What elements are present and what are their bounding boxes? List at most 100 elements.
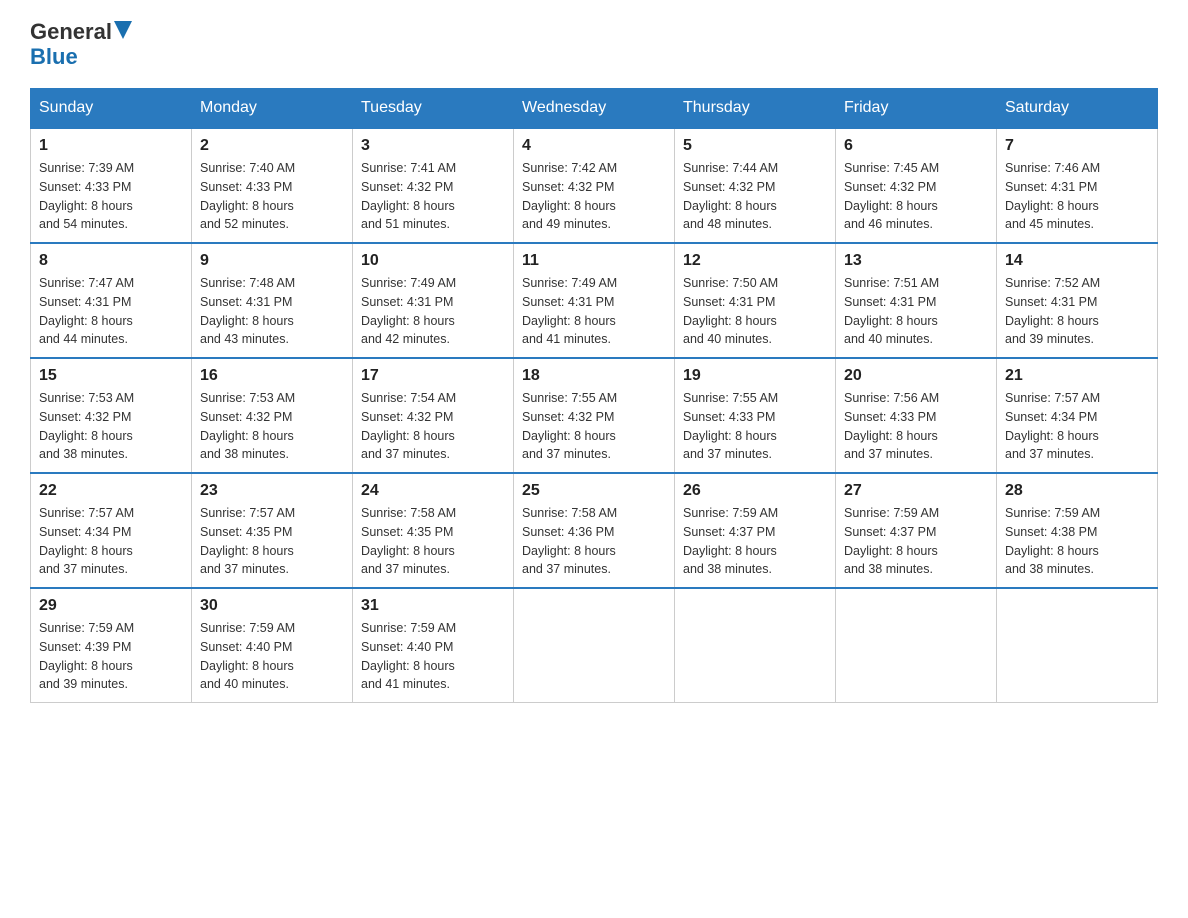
header-cell-thursday: Thursday bbox=[675, 89, 836, 129]
day-info: Sunrise: 7:56 AM Sunset: 4:33 PM Dayligh… bbox=[844, 389, 988, 464]
day-info: Sunrise: 7:55 AM Sunset: 4:33 PM Dayligh… bbox=[683, 389, 827, 464]
day-number: 24 bbox=[361, 482, 505, 500]
logo-blue: Blue bbox=[30, 44, 78, 70]
day-cell: 23 Sunrise: 7:57 AM Sunset: 4:35 PM Dayl… bbox=[192, 473, 353, 588]
day-info: Sunrise: 7:54 AM Sunset: 4:32 PM Dayligh… bbox=[361, 389, 505, 464]
day-info: Sunrise: 7:45 AM Sunset: 4:32 PM Dayligh… bbox=[844, 159, 988, 234]
day-number: 6 bbox=[844, 137, 988, 155]
day-cell: 17 Sunrise: 7:54 AM Sunset: 4:32 PM Dayl… bbox=[353, 358, 514, 473]
day-cell: 15 Sunrise: 7:53 AM Sunset: 4:32 PM Dayl… bbox=[31, 358, 192, 473]
day-cell: 6 Sunrise: 7:45 AM Sunset: 4:32 PM Dayli… bbox=[836, 128, 997, 243]
day-number: 25 bbox=[522, 482, 666, 500]
day-number: 9 bbox=[200, 252, 344, 270]
header-cell-saturday: Saturday bbox=[997, 89, 1158, 129]
calendar-body: 1 Sunrise: 7:39 AM Sunset: 4:33 PM Dayli… bbox=[31, 128, 1158, 703]
week-row-1: 1 Sunrise: 7:39 AM Sunset: 4:33 PM Dayli… bbox=[31, 128, 1158, 243]
day-number: 8 bbox=[39, 252, 183, 270]
calendar-header: SundayMondayTuesdayWednesdayThursdayFrid… bbox=[31, 89, 1158, 129]
day-cell: 16 Sunrise: 7:53 AM Sunset: 4:32 PM Dayl… bbox=[192, 358, 353, 473]
day-info: Sunrise: 7:50 AM Sunset: 4:31 PM Dayligh… bbox=[683, 274, 827, 349]
day-info: Sunrise: 7:53 AM Sunset: 4:32 PM Dayligh… bbox=[200, 389, 344, 464]
day-info: Sunrise: 7:59 AM Sunset: 4:40 PM Dayligh… bbox=[200, 619, 344, 694]
day-info: Sunrise: 7:51 AM Sunset: 4:31 PM Dayligh… bbox=[844, 274, 988, 349]
day-cell: 29 Sunrise: 7:59 AM Sunset: 4:39 PM Dayl… bbox=[31, 588, 192, 703]
day-info: Sunrise: 7:57 AM Sunset: 4:34 PM Dayligh… bbox=[39, 504, 183, 579]
day-cell: 27 Sunrise: 7:59 AM Sunset: 4:37 PM Dayl… bbox=[836, 473, 997, 588]
day-number: 3 bbox=[361, 137, 505, 155]
day-number: 2 bbox=[200, 137, 344, 155]
header-cell-wednesday: Wednesday bbox=[514, 89, 675, 129]
day-number: 31 bbox=[361, 597, 505, 615]
day-cell: 30 Sunrise: 7:59 AM Sunset: 4:40 PM Dayl… bbox=[192, 588, 353, 703]
day-info: Sunrise: 7:49 AM Sunset: 4:31 PM Dayligh… bbox=[361, 274, 505, 349]
day-number: 30 bbox=[200, 597, 344, 615]
day-number: 1 bbox=[39, 137, 183, 155]
day-number: 14 bbox=[1005, 252, 1149, 270]
day-cell: 14 Sunrise: 7:52 AM Sunset: 4:31 PM Dayl… bbox=[997, 243, 1158, 358]
day-info: Sunrise: 7:59 AM Sunset: 4:37 PM Dayligh… bbox=[683, 504, 827, 579]
day-number: 16 bbox=[200, 367, 344, 385]
header-cell-monday: Monday bbox=[192, 89, 353, 129]
day-cell: 1 Sunrise: 7:39 AM Sunset: 4:33 PM Dayli… bbox=[31, 128, 192, 243]
day-info: Sunrise: 7:42 AM Sunset: 4:32 PM Dayligh… bbox=[522, 159, 666, 234]
day-number: 13 bbox=[844, 252, 988, 270]
day-number: 15 bbox=[39, 367, 183, 385]
week-row-2: 8 Sunrise: 7:47 AM Sunset: 4:31 PM Dayli… bbox=[31, 243, 1158, 358]
day-info: Sunrise: 7:52 AM Sunset: 4:31 PM Dayligh… bbox=[1005, 274, 1149, 349]
day-number: 29 bbox=[39, 597, 183, 615]
day-cell: 10 Sunrise: 7:49 AM Sunset: 4:31 PM Dayl… bbox=[353, 243, 514, 358]
day-cell bbox=[836, 588, 997, 703]
day-cell: 13 Sunrise: 7:51 AM Sunset: 4:31 PM Dayl… bbox=[836, 243, 997, 358]
day-cell: 2 Sunrise: 7:40 AM Sunset: 4:33 PM Dayli… bbox=[192, 128, 353, 243]
day-number: 26 bbox=[683, 482, 827, 500]
day-info: Sunrise: 7:40 AM Sunset: 4:33 PM Dayligh… bbox=[200, 159, 344, 234]
day-number: 20 bbox=[844, 367, 988, 385]
day-cell bbox=[997, 588, 1158, 703]
header-row: SundayMondayTuesdayWednesdayThursdayFrid… bbox=[31, 89, 1158, 129]
day-cell: 22 Sunrise: 7:57 AM Sunset: 4:34 PM Dayl… bbox=[31, 473, 192, 588]
logo-arrow-icon bbox=[114, 21, 132, 39]
day-info: Sunrise: 7:59 AM Sunset: 4:37 PM Dayligh… bbox=[844, 504, 988, 579]
day-info: Sunrise: 7:39 AM Sunset: 4:33 PM Dayligh… bbox=[39, 159, 183, 234]
day-cell: 4 Sunrise: 7:42 AM Sunset: 4:32 PM Dayli… bbox=[514, 128, 675, 243]
header-cell-tuesday: Tuesday bbox=[353, 89, 514, 129]
day-info: Sunrise: 7:47 AM Sunset: 4:31 PM Dayligh… bbox=[39, 274, 183, 349]
day-number: 27 bbox=[844, 482, 988, 500]
week-row-4: 22 Sunrise: 7:57 AM Sunset: 4:34 PM Dayl… bbox=[31, 473, 1158, 588]
day-cell: 3 Sunrise: 7:41 AM Sunset: 4:32 PM Dayli… bbox=[353, 128, 514, 243]
day-cell: 5 Sunrise: 7:44 AM Sunset: 4:32 PM Dayli… bbox=[675, 128, 836, 243]
logo-general: General bbox=[30, 20, 112, 44]
header-cell-sunday: Sunday bbox=[31, 89, 192, 129]
day-info: Sunrise: 7:59 AM Sunset: 4:39 PM Dayligh… bbox=[39, 619, 183, 694]
calendar-table: SundayMondayTuesdayWednesdayThursdayFrid… bbox=[30, 88, 1158, 703]
day-info: Sunrise: 7:58 AM Sunset: 4:36 PM Dayligh… bbox=[522, 504, 666, 579]
week-row-5: 29 Sunrise: 7:59 AM Sunset: 4:39 PM Dayl… bbox=[31, 588, 1158, 703]
day-info: Sunrise: 7:59 AM Sunset: 4:38 PM Dayligh… bbox=[1005, 504, 1149, 579]
day-cell: 11 Sunrise: 7:49 AM Sunset: 4:31 PM Dayl… bbox=[514, 243, 675, 358]
day-cell: 31 Sunrise: 7:59 AM Sunset: 4:40 PM Dayl… bbox=[353, 588, 514, 703]
day-cell: 26 Sunrise: 7:59 AM Sunset: 4:37 PM Dayl… bbox=[675, 473, 836, 588]
day-info: Sunrise: 7:53 AM Sunset: 4:32 PM Dayligh… bbox=[39, 389, 183, 464]
day-info: Sunrise: 7:49 AM Sunset: 4:31 PM Dayligh… bbox=[522, 274, 666, 349]
day-cell: 9 Sunrise: 7:48 AM Sunset: 4:31 PM Dayli… bbox=[192, 243, 353, 358]
day-number: 23 bbox=[200, 482, 344, 500]
day-cell bbox=[675, 588, 836, 703]
day-cell: 25 Sunrise: 7:58 AM Sunset: 4:36 PM Dayl… bbox=[514, 473, 675, 588]
day-number: 17 bbox=[361, 367, 505, 385]
day-info: Sunrise: 7:41 AM Sunset: 4:32 PM Dayligh… bbox=[361, 159, 505, 234]
logo: General Blue bbox=[30, 20, 132, 70]
day-number: 19 bbox=[683, 367, 827, 385]
day-info: Sunrise: 7:44 AM Sunset: 4:32 PM Dayligh… bbox=[683, 159, 827, 234]
day-cell: 8 Sunrise: 7:47 AM Sunset: 4:31 PM Dayli… bbox=[31, 243, 192, 358]
day-cell: 21 Sunrise: 7:57 AM Sunset: 4:34 PM Dayl… bbox=[997, 358, 1158, 473]
day-info: Sunrise: 7:59 AM Sunset: 4:40 PM Dayligh… bbox=[361, 619, 505, 694]
day-number: 7 bbox=[1005, 137, 1149, 155]
day-cell: 20 Sunrise: 7:56 AM Sunset: 4:33 PM Dayl… bbox=[836, 358, 997, 473]
day-cell: 7 Sunrise: 7:46 AM Sunset: 4:31 PM Dayli… bbox=[997, 128, 1158, 243]
day-number: 18 bbox=[522, 367, 666, 385]
day-number: 10 bbox=[361, 252, 505, 270]
day-number: 4 bbox=[522, 137, 666, 155]
day-number: 11 bbox=[522, 252, 666, 270]
week-row-3: 15 Sunrise: 7:53 AM Sunset: 4:32 PM Dayl… bbox=[31, 358, 1158, 473]
day-info: Sunrise: 7:48 AM Sunset: 4:31 PM Dayligh… bbox=[200, 274, 344, 349]
